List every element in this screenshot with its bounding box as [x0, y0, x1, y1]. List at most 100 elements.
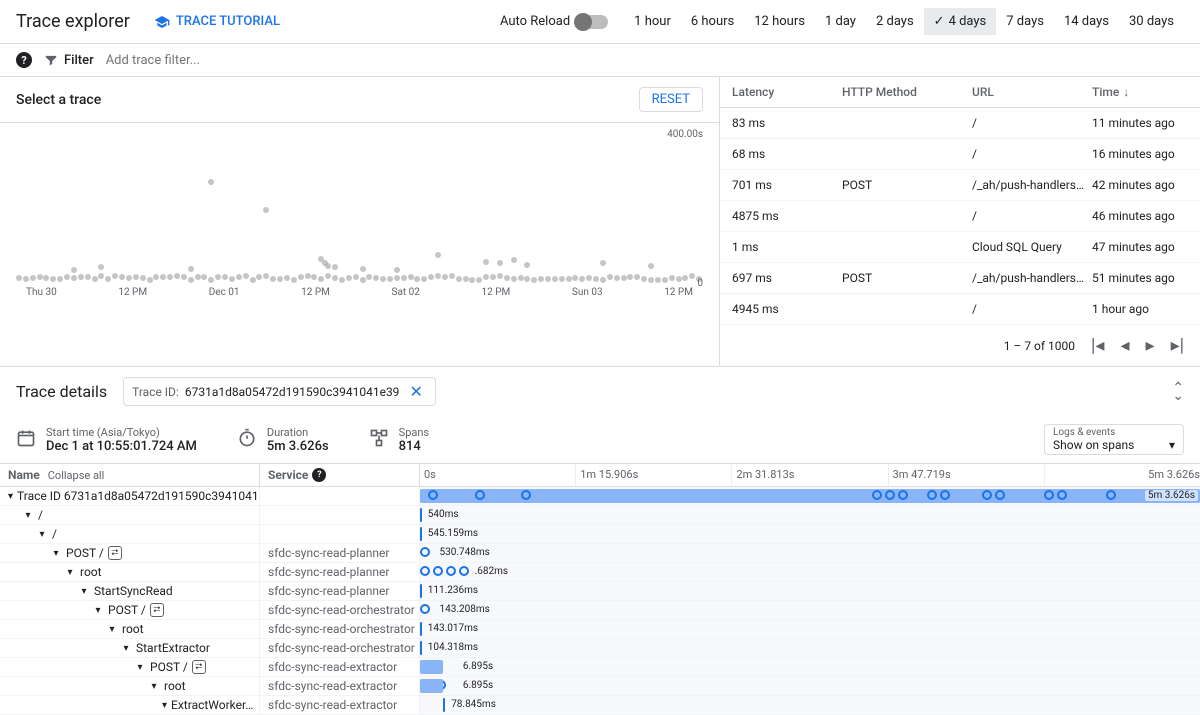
- span-row[interactable]: ▾ POST / ⮂sfdc-sync-read-planner530.748m…: [0, 544, 1200, 563]
- scatter-point[interactable]: [524, 262, 530, 268]
- timerange-7days[interactable]: 7 days: [996, 8, 1054, 35]
- next-page-button[interactable]: ▸: [1146, 335, 1155, 356]
- timerange-2days[interactable]: 2 days: [866, 8, 924, 35]
- span-row[interactable]: ▾ StartExtractorsfdc-sync-read-orchestra…: [0, 639, 1200, 658]
- timerange-1hour[interactable]: 1 hour: [624, 8, 681, 35]
- service-help-icon[interactable]: ?: [312, 468, 326, 482]
- timerange-30days[interactable]: 30 days: [1119, 8, 1184, 35]
- scatter-point[interactable]: [98, 264, 104, 270]
- scatter-point[interactable]: [188, 266, 194, 272]
- trace-id-input[interactable]: Trace ID: 6731a1d8a05472d191590c3941041e…: [123, 377, 436, 406]
- timeline-tick: 2m 31.813s: [731, 464, 887, 486]
- link-icon: ⮂: [108, 546, 122, 560]
- scatter-point[interactable]: [497, 260, 503, 266]
- timerange-4days[interactable]: ✓ 4 days: [924, 8, 997, 35]
- x-tick: 12 PM: [482, 287, 511, 298]
- span-row[interactable]: ▾ Trace ID 6731a1d8a05472d191590c3941041…: [0, 487, 1200, 506]
- sort-desc-icon[interactable]: ↓: [1123, 85, 1129, 99]
- span-row[interactable]: ▾ /540ms: [0, 506, 1200, 525]
- chevron-down-icon[interactable]: ▾: [36, 529, 48, 540]
- chevron-down-icon[interactable]: ▾: [134, 662, 146, 673]
- trace-row[interactable]: 83 ms/11 minutes ago: [720, 108, 1200, 139]
- first-page-button[interactable]: |◂: [1091, 335, 1104, 356]
- stopwatch-icon: [237, 428, 257, 452]
- trace-row[interactable]: 1 msCloud SQL Query47 minutes ago: [720, 232, 1200, 263]
- trace-row[interactable]: 4945 ms/1 hour ago: [720, 294, 1200, 325]
- chevron-down-icon[interactable]: ▾: [78, 586, 90, 597]
- scatter-point[interactable]: [263, 207, 269, 213]
- scatter-point[interactable]: [360, 266, 366, 272]
- span-row[interactable]: ▾ StartSyncReadsfdc-sync-read-planner111…: [0, 582, 1200, 601]
- timeline-tick: 1m 15.906s: [575, 464, 731, 486]
- span-row[interactable]: ▾ POST / ⮂sfdc-sync-read-orchestrator143…: [0, 601, 1200, 620]
- scatter-point[interactable]: [483, 259, 489, 265]
- chevron-down-icon[interactable]: ▾: [162, 700, 167, 711]
- x-tick: Thu 30: [26, 287, 57, 298]
- chevron-down-icon[interactable]: ▾: [64, 567, 76, 578]
- trace-row[interactable]: 701 msPOST/_ah/push-handlers…42 minutes …: [720, 170, 1200, 201]
- expand-collapse-panel[interactable]: ⌃⌄: [1172, 384, 1184, 400]
- chevron-down-icon[interactable]: ▾: [22, 510, 34, 521]
- scatter-point[interactable]: [648, 263, 654, 269]
- link-icon: ⮂: [192, 660, 206, 674]
- timerange-12hours[interactable]: 12 hours: [744, 8, 815, 35]
- scatter-point[interactable]: [71, 267, 77, 273]
- span-row[interactable]: ▾ /545.159ms: [0, 525, 1200, 544]
- prev-page-button[interactable]: ◂: [1120, 335, 1129, 356]
- chevron-down-icon[interactable]: ▾: [120, 643, 132, 654]
- chevron-down-icon[interactable]: ▾: [8, 491, 13, 502]
- timeline-tick: 5m 3.626s: [1044, 464, 1200, 486]
- chevron-down-icon[interactable]: ▾: [148, 681, 160, 692]
- scatter-point[interactable]: [332, 264, 338, 270]
- scatter-point[interactable]: [208, 179, 214, 185]
- name-column-header: Name: [8, 468, 40, 482]
- timerange-1day[interactable]: 1 day: [815, 8, 866, 35]
- x-tick: 12 PM: [301, 287, 330, 298]
- reset-button[interactable]: RESET: [639, 87, 703, 112]
- tutorial-link[interactable]: TRACE TUTORIAL: [154, 14, 280, 30]
- graduation-cap-icon: [154, 14, 170, 30]
- scatter-point[interactable]: [394, 267, 400, 273]
- scatter-point[interactable]: [600, 260, 606, 266]
- trace-row[interactable]: 697 msPOST/_ah/push-handlers…51 minutes …: [720, 263, 1200, 294]
- chevron-down-icon[interactable]: ▾: [106, 624, 118, 635]
- span-row[interactable]: ▾ POST / ⮂sfdc-sync-read-extractor6.895s: [0, 658, 1200, 677]
- timerange-6hours[interactable]: 6 hours: [681, 8, 744, 35]
- span-row[interactable]: ▾ rootsfdc-sync-read-orchestrator143.017…: [0, 620, 1200, 639]
- autoreload-label: Auto Reload: [500, 14, 570, 29]
- span-row[interactable]: ▾ rootsfdc-sync-read-planner.682ms: [0, 563, 1200, 582]
- page-title: Trace explorer: [16, 11, 130, 32]
- filter-icon: [44, 53, 58, 67]
- span-row[interactable]: ▾ rootsfdc-sync-read-extractor6.895s: [0, 677, 1200, 696]
- logs-events-select[interactable]: Logs & events Show on spans▾: [1044, 424, 1184, 455]
- x-tick: 12 PM: [664, 287, 693, 298]
- timerange-14days[interactable]: 14 days: [1054, 8, 1119, 35]
- autoreload-toggle[interactable]: [576, 15, 608, 29]
- trace-table-header: Latency HTTP Method URL Time↓: [720, 77, 1200, 108]
- trace-scatter-chart[interactable]: 400.00s 0 Thu 3012 PMDec 0112 PMSat 0212…: [0, 123, 719, 313]
- last-page-button[interactable]: ▸|: [1171, 335, 1184, 356]
- time-range-selector: 1 hour6 hours12 hours1 day2 days✓ 4 days…: [624, 8, 1184, 35]
- help-icon[interactable]: ?: [16, 52, 32, 68]
- chevron-down-icon: ▾: [1169, 438, 1175, 452]
- scatter-point[interactable]: [435, 252, 441, 258]
- chevron-down-icon[interactable]: ▾: [50, 548, 62, 559]
- calendar-icon: [16, 428, 36, 452]
- filter-button[interactable]: Filter: [44, 53, 94, 68]
- select-trace-title: Select a trace: [16, 92, 101, 108]
- clear-trace-id-button[interactable]: ✕: [405, 382, 426, 401]
- collapse-all-button[interactable]: Collapse all: [48, 469, 105, 482]
- x-tick: Sun 03: [572, 287, 603, 298]
- scatter-point[interactable]: [511, 257, 517, 263]
- trace-row[interactable]: 4875 ms/46 minutes ago: [720, 201, 1200, 232]
- scatter-point[interactable]: [325, 263, 331, 269]
- span-row[interactable]: ▾ ExtractWorker…sfdc-sync-read-extractor…: [0, 696, 1200, 715]
- x-tick: Dec 01: [209, 287, 240, 298]
- page-info: 1 – 7 of 1000: [1004, 339, 1075, 353]
- check-icon: ✓: [934, 14, 945, 29]
- link-icon: ⮂: [150, 603, 164, 617]
- filter-input[interactable]: [106, 53, 1184, 68]
- x-tick: Sat 02: [392, 287, 420, 298]
- trace-row[interactable]: 68 ms/16 minutes ago: [720, 139, 1200, 170]
- service-column-header: Service: [268, 468, 308, 482]
